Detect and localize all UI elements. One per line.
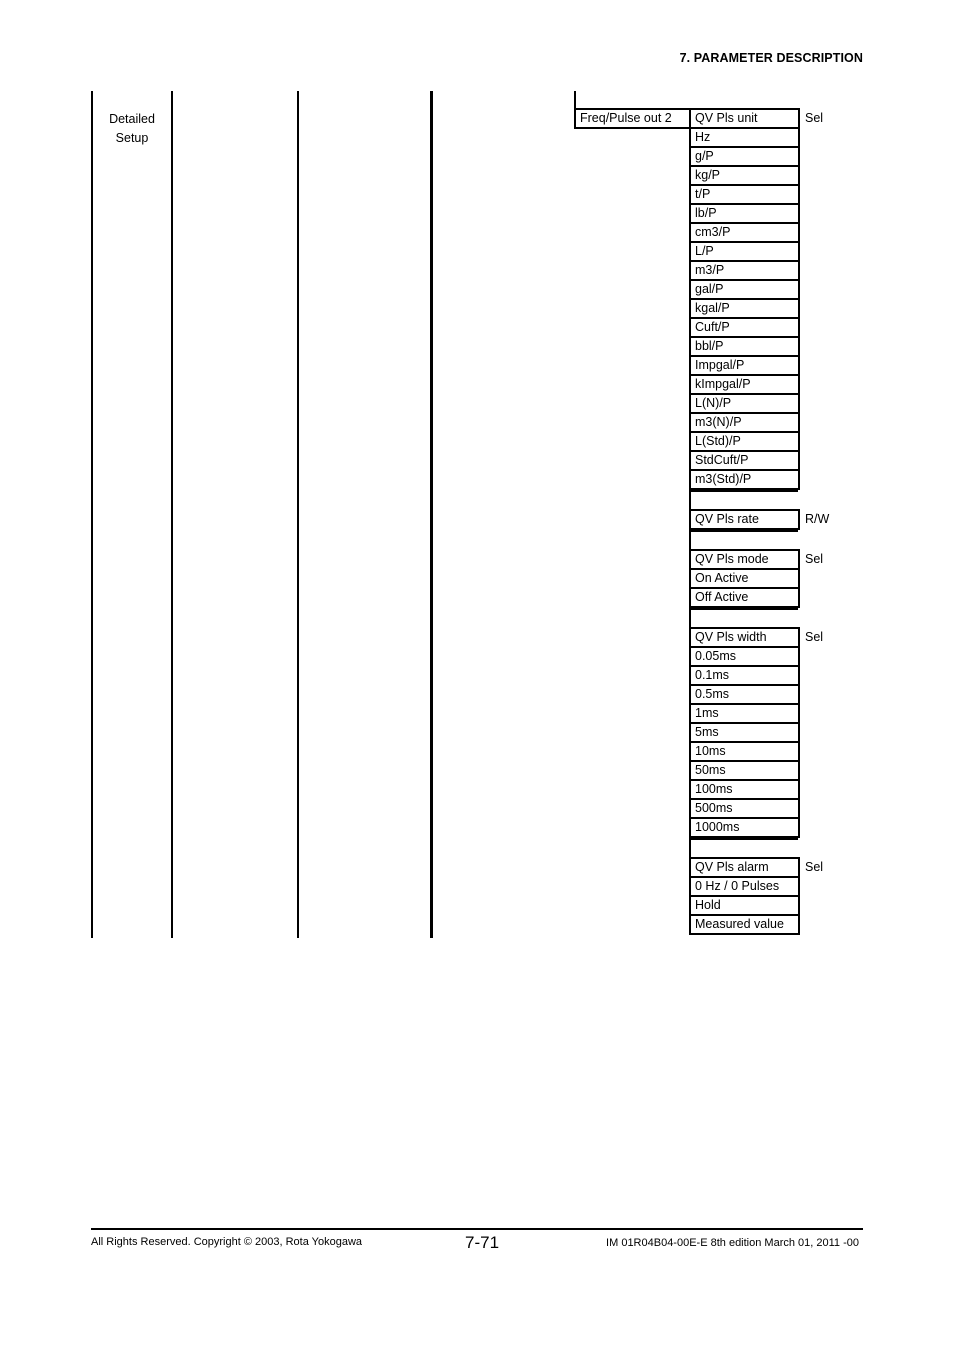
menu-label-line2: Setup — [115, 131, 149, 145]
option-item: t/P — [689, 184, 800, 203]
option-item: 0.5ms — [689, 684, 800, 703]
option-item: 50ms — [689, 760, 800, 779]
option-item: bbl/P — [689, 336, 800, 355]
option-item: m3/P — [689, 260, 800, 279]
option-item: Impgal/P — [689, 355, 800, 374]
option-item: kImpgal/P — [689, 374, 800, 393]
parameter-name: QV Pls mode Sel — [689, 549, 823, 568]
option-item: 0.1ms — [689, 665, 800, 684]
section-title: 7. PARAMETER DESCRIPTION — [679, 51, 863, 65]
option-item: 1ms — [689, 703, 800, 722]
option-item: On Active — [689, 568, 800, 587]
option-item: Measured value — [689, 914, 800, 935]
column-divider — [171, 91, 173, 938]
option-item: 10ms — [689, 741, 800, 760]
parameter-column: QV Pls unit Sel Hz g/P kg/P t/P lb/P cm3/P L/P m3… — [689, 108, 829, 935]
menu-label-line1: Detailed — [109, 112, 155, 126]
footer-rule — [91, 1228, 863, 1230]
access-type: Sel — [805, 860, 824, 874]
option-item: gal/P — [689, 279, 800, 298]
menu-detailed-setup: Detailed Setup — [94, 110, 170, 148]
option-item: 100ms — [689, 779, 800, 798]
option-item: 0 Hz / 0 Pulses — [689, 876, 800, 895]
parameter-name: QV Pls unit Sel — [689, 108, 823, 127]
option-item: StdCuft/P — [689, 450, 800, 469]
option-item: g/P — [689, 146, 800, 165]
option-item: 5ms — [689, 722, 800, 741]
menu-freq-pulse-out-2: Freq/Pulse out 2 — [574, 108, 692, 129]
copyright-text: All Rights Reserved. Copyright © 2003, R… — [91, 1236, 363, 1248]
parameter-name: QV Pls rate R/W — [689, 509, 829, 530]
access-type: Sel — [805, 630, 824, 644]
option-item: L(Std)/P — [689, 431, 800, 450]
group-separator — [689, 530, 798, 549]
column-divider — [297, 91, 299, 938]
document-id: IM 01R04B04-00E-E 8th edition March 01, … — [606, 1237, 859, 1249]
option-item: 500ms — [689, 798, 800, 817]
column-divider — [91, 91, 93, 938]
group-separator — [689, 838, 798, 857]
parameter-name: QV Pls width Sel — [689, 627, 823, 646]
option-item: Hz — [689, 127, 800, 146]
option-item: kgal/P — [689, 298, 800, 317]
option-item: cm3/P — [689, 222, 800, 241]
option-item: L/P — [689, 241, 800, 260]
option-item: lb/P — [689, 203, 800, 222]
group-separator — [689, 490, 798, 509]
access-type: Sel — [805, 111, 824, 125]
group-separator — [689, 608, 798, 627]
option-item: Hold — [689, 895, 800, 914]
option-item: m3(Std)/P — [689, 469, 800, 490]
option-item: kg/P — [689, 165, 800, 184]
option-item: Off Active — [689, 587, 800, 608]
page-number: 7-71 — [465, 1233, 500, 1252]
access-type: Sel — [805, 552, 824, 566]
option-item: 0.05ms — [689, 646, 800, 665]
access-type: R/W — [805, 512, 830, 526]
option-item: m3(N)/P — [689, 412, 800, 431]
option-item: Cuft/P — [689, 317, 800, 336]
parameter-name: QV Pls alarm Sel — [689, 857, 823, 876]
column-divider — [430, 91, 433, 938]
option-item: L(N)/P — [689, 393, 800, 412]
option-item: 1000ms — [689, 817, 800, 838]
